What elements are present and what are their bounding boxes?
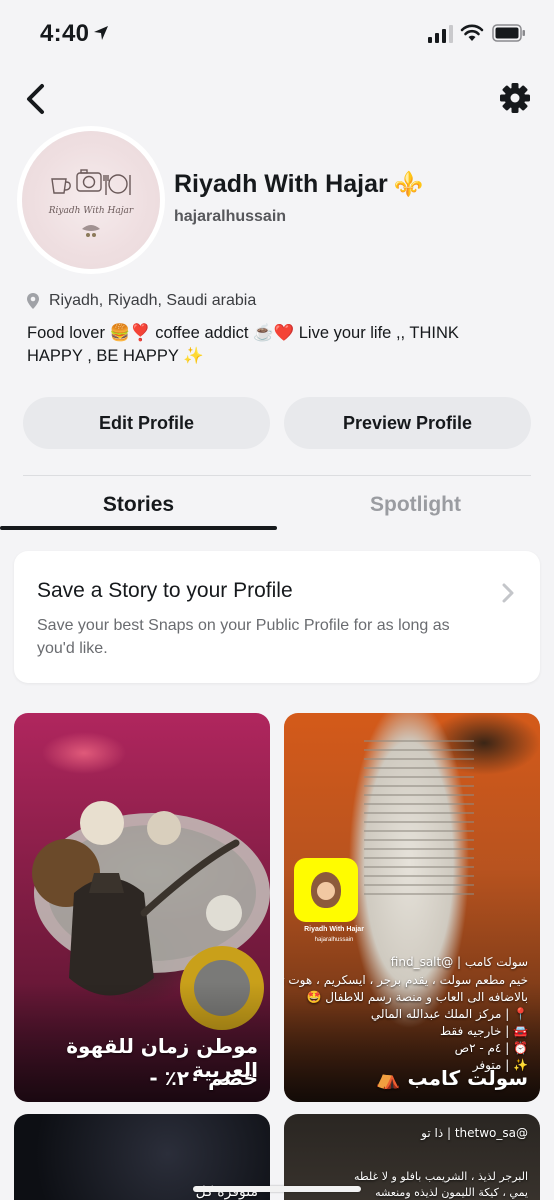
active-tab-indicator: [0, 526, 277, 530]
snapcode-icon: [294, 858, 358, 922]
overlay-line: خيم مطعم سولت ، يقدم برجر ، ايسكريم ، هو…: [284, 973, 528, 987]
status-bar: 4:40: [0, 0, 554, 72]
story-tile[interactable]: Riyadh With Hajar hajaralhussain سولت كا…: [284, 713, 540, 1102]
display-name-text: Riyadh With Hajar: [174, 170, 388, 198]
status-time: 4:40: [40, 20, 90, 47]
overlay-line: ⏰ | ٤م - ٢ص: [454, 1041, 528, 1055]
wifi-icon: [460, 24, 484, 41]
fleur-de-lis-icon: ⚜️: [393, 171, 424, 198]
overlay-line: يمي ، كيكة الليمون لذيذه ومنعشه: [375, 1186, 528, 1199]
display-name: Riyadh With Hajar ⚜️: [174, 170, 424, 199]
location-row: Riyadh, Riyadh, Saudi arabia: [26, 292, 256, 310]
story-caption: سولت كامب ⛺️: [375, 1066, 528, 1090]
location-text: Riyadh, Riyadh, Saudi arabia: [49, 292, 257, 309]
story-tile[interactable]: موطن زمان للقهوة العربية خصم ٢٠٪ -: [14, 713, 270, 1102]
username: hajaralhussain: [174, 208, 287, 225]
gear-icon[interactable]: [499, 82, 531, 114]
save-story-card[interactable]: Save a Story to your Profile Save your b…: [14, 551, 540, 683]
avatar[interactable]: Riyadh With Hajar: [22, 131, 160, 269]
overlay-line: سولت كامب | @find_salt: [390, 955, 528, 969]
avatar-text: Riyadh With Hajar: [48, 206, 134, 216]
overlay-line: البرجر لذيذ ، الشريمب بافلو و لا غلطه: [353, 1170, 528, 1183]
home-indicator[interactable]: [193, 1186, 361, 1192]
receipt-image: [364, 733, 474, 902]
overlay-line: بالاضافه الى العاب و منصة رسم للاطفال 🤩: [306, 990, 528, 1004]
signal-icon: [428, 25, 453, 43]
edit-profile-button[interactable]: Edit Profile: [23, 397, 270, 449]
battery-icon: [492, 24, 525, 42]
avatar-logo-icon: [51, 169, 131, 237]
overlay-line: 📍 | مركز الملك عبدالله المالي: [370, 1007, 528, 1021]
bitmoji-icon: [311, 872, 341, 908]
save-story-description: Save your best Snaps on your Public Prof…: [37, 617, 450, 657]
tab-stories[interactable]: Stories: [0, 493, 277, 517]
bio: Food lover 🍔❣️ coffee addict ☕️❤️ Live y…: [27, 324, 459, 365]
snapcode-username: hajaralhussain: [314, 937, 354, 943]
location-pin-icon: [27, 293, 39, 309]
snapcode-name: Riyadh With Hajar: [304, 926, 364, 933]
story-caption-sub: خصم ٢٠٪ -: [149, 1066, 258, 1090]
divider: [23, 475, 531, 476]
back-button[interactable]: [20, 82, 52, 116]
story-handle: @thetwo_sa | ذا تو: [421, 1126, 528, 1140]
save-story-title: Save a Story to your Profile: [37, 579, 293, 602]
overlay-line: 🚘 | خارجيه فقط: [440, 1024, 528, 1038]
chevron-right-icon: [502, 583, 514, 603]
location-arrow-icon: [94, 26, 108, 40]
tab-spotlight[interactable]: Spotlight: [277, 493, 554, 517]
preview-profile-button[interactable]: Preview Profile: [284, 397, 531, 449]
